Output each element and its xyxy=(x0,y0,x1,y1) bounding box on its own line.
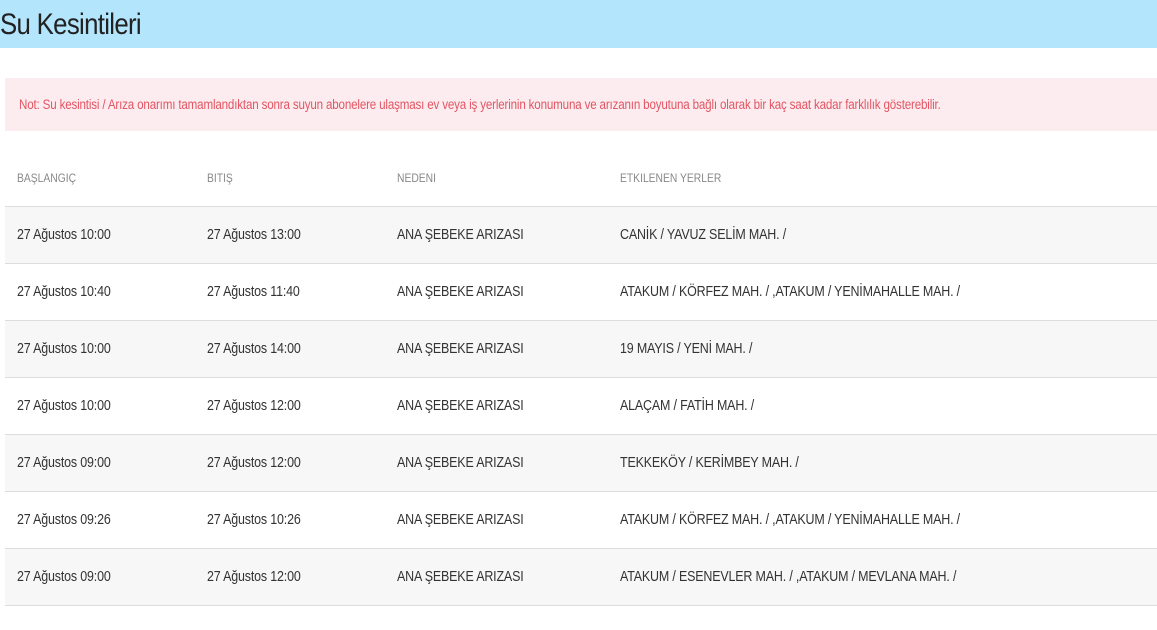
cell-reason: ANA ŞEBEKE ARIZASI xyxy=(397,227,524,243)
cell-reason: ANA ŞEBEKE ARIZASI xyxy=(397,512,524,528)
cell-affected-places: ATAKUM / KÖRFEZ MAH. / ,ATAKUM / YENİMAH… xyxy=(620,512,960,528)
cell-start: 27 Ağustos 10:00 xyxy=(17,398,111,414)
cell-end: 27 Ağustos 11:40 xyxy=(207,284,300,300)
cell-start: 27 Ağustos 09:26 xyxy=(17,512,111,528)
column-header-end: BITIŞ xyxy=(207,171,233,185)
cell-reason: ANA ŞEBEKE ARIZASI xyxy=(397,284,524,300)
notice-banner: Not: Su kesintisi / Arıza onarımı tamaml… xyxy=(5,78,1157,131)
cell-affected-places: ALAÇAM / FATİH MAH. / xyxy=(620,398,755,414)
cell-start: 27 Ağustos 09:00 xyxy=(17,569,111,585)
table-row: 27 Ağustos 10:00 27 Ağustos 14:00 ANA ŞE… xyxy=(5,321,1157,378)
cell-end: 27 Ağustos 12:00 xyxy=(207,398,301,414)
cell-reason: ANA ŞEBEKE ARIZASI xyxy=(397,398,524,414)
cell-reason: ANA ŞEBEKE ARIZASI xyxy=(397,341,524,357)
page-title: Su Kesintileri xyxy=(0,8,142,41)
title-bar: Su Kesintileri xyxy=(0,0,1157,48)
cell-affected-places: 19 MAYIS / YENİ MAH. / xyxy=(620,341,753,357)
cell-end: 27 Ağustos 10:26 xyxy=(207,512,301,528)
cell-reason: ANA ŞEBEKE ARIZASI xyxy=(397,569,524,585)
cell-reason: ANA ŞEBEKE ARIZASI xyxy=(397,455,524,471)
cell-affected-places: TEKKEKÖY / KERİMBEY MAH. / xyxy=(620,455,799,471)
cell-end: 27 Ağustos 12:00 xyxy=(207,569,301,585)
cell-start: 27 Ağustos 10:00 xyxy=(17,227,111,243)
cell-start: 27 Ağustos 09:00 xyxy=(17,455,111,471)
column-header-affected-places: ETKILENEN YERLER xyxy=(620,171,722,185)
table-row: 27 Ağustos 10:40 27 Ağustos 11:40 ANA ŞE… xyxy=(5,264,1157,321)
cell-start: 27 Ağustos 10:40 xyxy=(17,284,111,300)
column-header-start: BAŞLANGIÇ xyxy=(17,171,77,185)
table-row: 27 Ağustos 10:00 27 Ağustos 13:00 ANA ŞE… xyxy=(5,207,1157,264)
table-header-row: BAŞLANGIÇ BITIŞ NEDENI ETKILENEN YERLER xyxy=(5,150,1157,207)
notice-text: Not: Su kesintisi / Arıza onarımı tamaml… xyxy=(19,97,941,112)
cell-affected-places: ATAKUM / ESENEVLER MAH. / ,ATAKUM / MEVL… xyxy=(620,569,957,585)
table-row: 27 Ağustos 09:26 27 Ağustos 10:26 ANA ŞE… xyxy=(5,492,1157,549)
table-row: 27 Ağustos 09:00 27 Ağustos 12:00 ANA ŞE… xyxy=(5,549,1157,606)
table-row: 27 Ağustos 10:00 27 Ağustos 12:00 ANA ŞE… xyxy=(5,378,1157,435)
outage-table: BAŞLANGIÇ BITIŞ NEDENI ETKILENEN YERLER … xyxy=(5,150,1157,606)
cell-end: 27 Ağustos 12:00 xyxy=(207,455,301,471)
cell-affected-places: CANİK / YAVUZ SELİM MAH. / xyxy=(620,227,786,243)
cell-start: 27 Ağustos 10:00 xyxy=(17,341,111,357)
column-header-reason: NEDENI xyxy=(397,171,436,185)
cell-affected-places: ATAKUM / KÖRFEZ MAH. / ,ATAKUM / YENİMAH… xyxy=(620,284,960,300)
cell-end: 27 Ağustos 13:00 xyxy=(207,227,301,243)
table-row: 27 Ağustos 09:00 27 Ağustos 12:00 ANA ŞE… xyxy=(5,435,1157,492)
cell-end: 27 Ağustos 14:00 xyxy=(207,341,301,357)
